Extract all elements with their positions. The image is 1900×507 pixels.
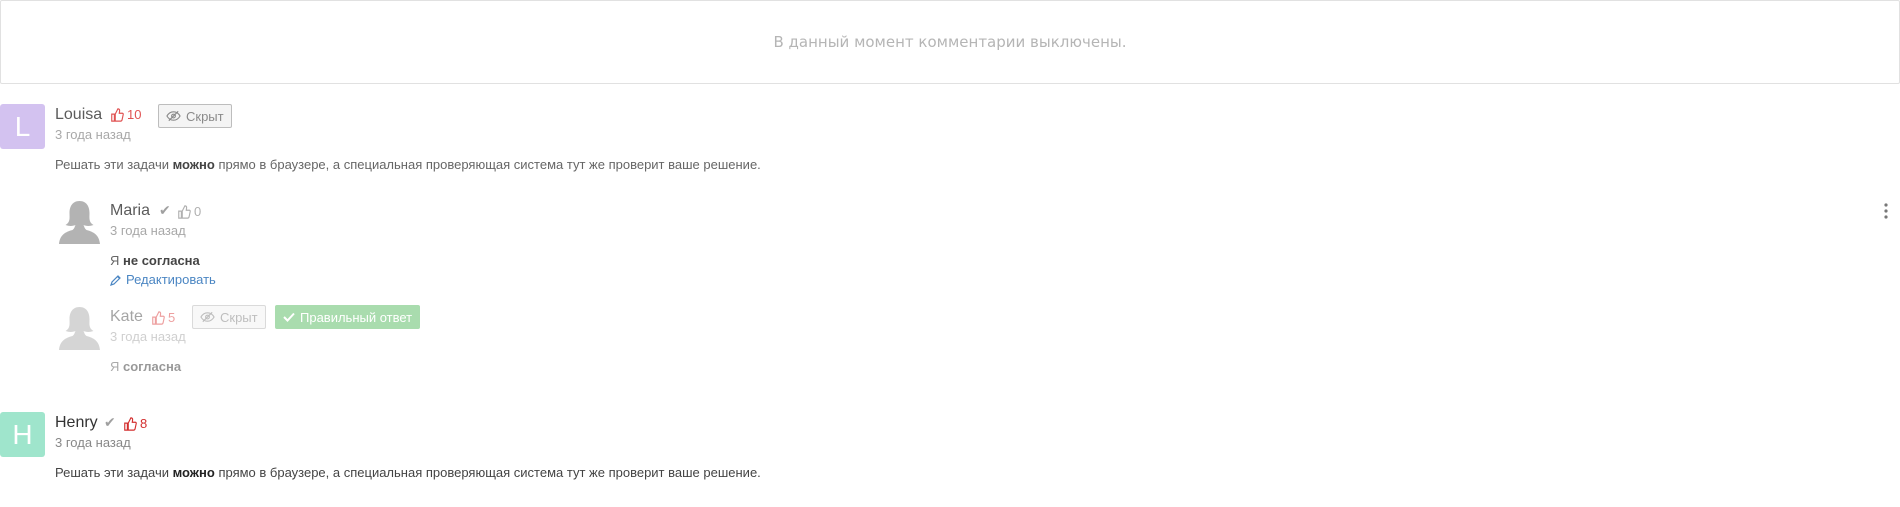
avatar-letter: L <box>14 110 31 142</box>
thumb-up-icon <box>124 416 137 431</box>
like-count: 5 <box>168 310 176 325</box>
edit-label: Редактировать <box>126 272 216 287</box>
pencil-icon <box>110 274 121 286</box>
eye-slash-icon <box>166 110 181 122</box>
comment-text: Решать эти задачи можно прямо в браузере… <box>55 157 761 172</box>
comment-time: 3 года назад <box>55 127 131 142</box>
avatar: L <box>0 104 45 149</box>
text-part: Решать эти задачи <box>55 157 173 172</box>
comment-time: 3 года назад <box>55 435 131 450</box>
like-button[interactable]: 10 <box>110 107 141 122</box>
comment-time: 3 года назад <box>110 329 186 344</box>
correct-answer-badge: Правильный ответ <box>275 305 421 329</box>
like-button[interactable]: 0 <box>177 204 201 219</box>
comment-author[interactable]: Louisa <box>55 106 102 124</box>
text-part: прямо в браузере, а специальная проверяю… <box>214 465 761 480</box>
like-count: 0 <box>194 204 202 219</box>
user-silhouette-icon <box>59 201 100 244</box>
notice-text: В данный момент комментарии выключены. <box>773 33 1127 51</box>
avatar: H <box>0 412 45 457</box>
text-bold: не согласна <box>123 253 200 268</box>
comment-time: 3 года назад <box>110 223 186 238</box>
hide-label: Скрыт <box>220 309 258 325</box>
text-part: Я <box>110 359 123 374</box>
check-icon: ✔ <box>104 415 116 431</box>
like-count: 8 <box>140 416 148 431</box>
comment-text: Решать эти задачи можно прямо в браузере… <box>55 465 761 480</box>
text-part: Решать эти задачи <box>55 465 173 480</box>
eye-slash-icon <box>200 311 215 323</box>
correct-label: Правильный ответ <box>300 309 413 325</box>
comment-author[interactable]: Kate <box>110 308 143 326</box>
text-bold: согласна <box>123 359 182 374</box>
comment-author[interactable]: Maria <box>110 202 150 220</box>
text-bold: можно <box>172 465 215 480</box>
edit-link[interactable]: Редактировать <box>110 272 216 287</box>
avatar-letter: H <box>12 418 33 450</box>
thumb-up-icon <box>111 107 124 122</box>
check-icon: ✔ <box>159 203 171 219</box>
like-count: 10 <box>127 107 142 122</box>
hide-label: Скрыт <box>186 108 224 124</box>
comment-text: Я согласна <box>110 359 181 374</box>
comment-text: Я не согласна <box>110 253 200 268</box>
comments-disabled-notice: В данный момент комментарии выключены. <box>0 0 1900 84</box>
text-bold: можно <box>172 157 215 172</box>
more-vertical-icon[interactable] <box>1883 202 1889 220</box>
like-button[interactable]: 8 <box>123 416 147 431</box>
text-part: прямо в браузере, а специальная проверяю… <box>214 157 761 172</box>
user-silhouette-icon <box>59 307 100 350</box>
thumb-up-icon <box>152 310 165 325</box>
thumb-up-icon <box>178 204 191 219</box>
comment-author[interactable]: Henry <box>55 414 98 432</box>
hide-button[interactable]: Скрыт <box>158 104 232 128</box>
like-button[interactable]: 5 <box>151 310 175 325</box>
hide-button[interactable]: Скрыт <box>192 305 266 329</box>
text-part: Я <box>110 253 123 268</box>
check-icon <box>283 312 295 322</box>
